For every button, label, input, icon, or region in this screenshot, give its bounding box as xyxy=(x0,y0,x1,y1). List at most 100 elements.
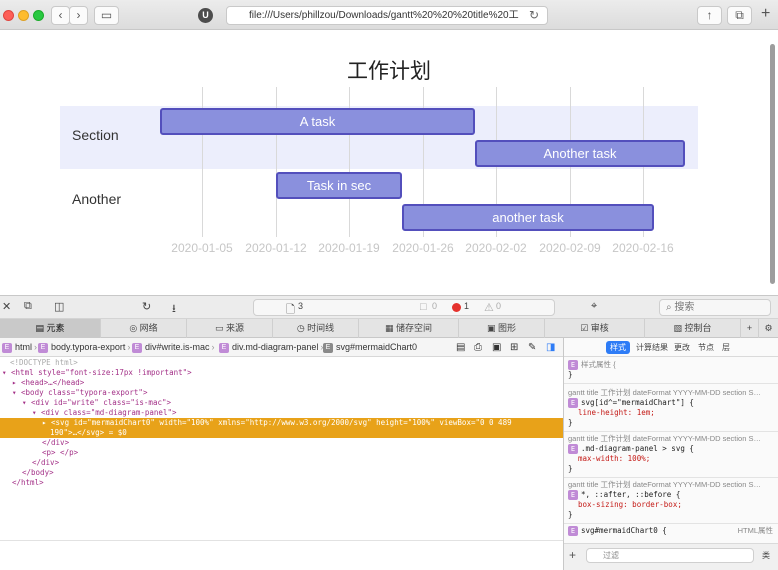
axis-tick-label: 2020-01-12 xyxy=(245,241,307,255)
warnings-count: 0 xyxy=(496,301,502,311)
print-icon[interactable]: ⎙ xyxy=(474,342,482,353)
undock-icon[interactable]: ⧉ xyxy=(24,300,32,313)
devtools-toolbar: ✕ ⧉ ◫ ↻ ⭳ 🗋 3 1 ⚠ 0 □ 0 ⌖ ⌕ 搜索 xyxy=(0,295,778,319)
zoom-window-button[interactable] xyxy=(33,10,44,21)
tab-computed[interactable]: 计算结果 xyxy=(636,342,668,353)
tab-layers[interactable]: 层 xyxy=(722,342,730,353)
breadcrumb-item[interactable]: Ediv#write.is-mac › xyxy=(132,342,217,353)
devtools-search-input[interactable]: ⌕ 搜索 xyxy=(659,299,771,316)
new-tab-button[interactable]: + xyxy=(761,5,770,23)
breadcrumb-item[interactable]: Ehtml › xyxy=(2,342,39,353)
gantt-task-bar[interactable]: A task xyxy=(160,108,475,135)
grid-icon[interactable]: ⊞ xyxy=(510,342,518,353)
minimize-window-button[interactable] xyxy=(18,10,29,21)
devtools-tabs: ▤ 元素 ◎ 网络 ▭ 来源 ◷ 时间线 ▦ 储存空间 ▣ 图形 ☑ 审核 ▧ … xyxy=(0,319,778,338)
close-window-button[interactable] xyxy=(3,10,14,21)
tab-elements[interactable]: ▤ 元素 xyxy=(0,319,100,338)
dom-node-selected[interactable]: ▸ <svg id="mermaidChart0" width="100%" x… xyxy=(0,418,563,428)
back-button[interactable]: ‹ xyxy=(51,6,70,25)
dom-node[interactable]: ▾ <div id="write" class="is-mac"> xyxy=(22,398,171,408)
dom-node[interactable]: ▸ <head>…</head> xyxy=(12,378,84,388)
url-text: file:///Users/phillzou/Downloads/gantt%2… xyxy=(249,10,519,21)
panel-toggle-icon[interactable]: ◨ xyxy=(546,342,555,353)
storage-icon: ▦ xyxy=(384,323,396,333)
tab-changes[interactable]: 更改 xyxy=(674,342,690,353)
extension-icon[interactable]: U xyxy=(198,8,213,23)
forward-button[interactable]: › xyxy=(69,6,88,25)
style-rule[interactable]: E 样式属性 { } xyxy=(564,360,778,384)
style-rule[interactable]: gantt title 工作计划 dateFormat YYYY-MM-DD s… xyxy=(564,480,778,524)
tab-storage[interactable]: ▦ 储存空间 xyxy=(358,319,458,338)
dom-node-selected-continued[interactable]: 190">…</svg> = $0 xyxy=(0,428,563,438)
style-rule[interactable]: gantt title 工作计划 dateFormat YYYY-MM-DD s… xyxy=(564,388,778,432)
chevron-right-icon: › xyxy=(76,8,81,22)
tab-styles[interactable]: 样式 xyxy=(606,341,630,354)
gantt-task-bar[interactable]: Another task xyxy=(475,140,685,167)
axis-tick-label: 2020-01-26 xyxy=(392,241,454,255)
target-icon[interactable]: ⌖ xyxy=(591,300,597,313)
section-label-section: Section xyxy=(72,127,119,143)
dock-side-icon[interactable]: ◫ xyxy=(54,300,64,313)
sidebar-icon: ▭ xyxy=(100,8,113,22)
error-icon xyxy=(452,301,461,313)
close-devtools-icon[interactable]: ✕ xyxy=(2,300,11,313)
dom-node[interactable]: <!DOCTYPE html> xyxy=(10,358,78,368)
show-tabs-button[interactable]: ⧉ xyxy=(727,6,752,25)
add-rule-icon[interactable]: + xyxy=(569,548,576,562)
styles-filter-input[interactable]: 过滤 xyxy=(586,548,754,563)
dom-node[interactable]: ▾ <html style="font-size:17px !important… xyxy=(2,368,192,378)
dom-node[interactable]: </div> xyxy=(32,458,59,468)
address-bar[interactable]: file:///Users/phillzou/Downloads/gantt%2… xyxy=(226,6,548,25)
axis-tick-label: 2020-01-05 xyxy=(171,241,233,255)
page-content: 工作计划 Section Another A task Another task… xyxy=(0,31,770,295)
axis-tick-label: 2020-01-19 xyxy=(318,241,380,255)
sidebar-toggle-button[interactable]: ▭ xyxy=(94,6,119,25)
tab-sources[interactable]: ▭ 来源 xyxy=(186,319,272,338)
layout-icon[interactable]: ▤ xyxy=(456,342,465,353)
download-icon[interactable]: ⭳ xyxy=(172,300,176,319)
breadcrumb-item[interactable]: Esvg#mermaidChart0 xyxy=(323,342,417,353)
graphics-icon: ▣ xyxy=(486,323,498,333)
style-rule[interactable]: Esvg#mermaidChart0 { HTML属性 xyxy=(564,526,778,540)
errors-count: 1 xyxy=(464,301,470,311)
gantt-title: 工作计划 xyxy=(347,60,431,83)
styles-tabs: 样式 计算结果 更改 节点 层 xyxy=(564,338,778,357)
resources-icon: 🗋 xyxy=(286,304,295,316)
class-toggle[interactable]: 类 xyxy=(762,550,770,561)
console-summary[interactable]: 🗋 3 1 ⚠ 0 □ 0 xyxy=(253,299,555,316)
share-button[interactable]: ↑ xyxy=(697,6,722,25)
tab-network[interactable]: ◎ 网络 xyxy=(100,319,186,338)
timeline-icon: ◷ xyxy=(296,323,308,333)
settings-gear-icon[interactable]: ⚙ xyxy=(758,319,778,338)
tab-audit[interactable]: ☑ 审核 xyxy=(544,319,644,338)
tab-timeline[interactable]: ◷ 时间线 xyxy=(272,319,358,338)
audit-icon: ☑ xyxy=(580,323,591,333)
warning-icon: ⚠ xyxy=(484,302,494,314)
resources-count: 3 xyxy=(298,301,304,311)
dom-node[interactable]: <p> </p> xyxy=(42,448,78,458)
logs-count: 0 xyxy=(432,301,438,311)
compositing-icon[interactable]: ▣ xyxy=(492,342,501,353)
page-scrollbar[interactable] xyxy=(770,44,775,284)
dom-node[interactable]: </html> xyxy=(12,478,44,488)
dom-node[interactable]: </div> xyxy=(42,438,69,448)
gantt-task-bar[interactable]: Task in sec xyxy=(276,172,402,199)
console-icon: ▧ xyxy=(673,323,685,333)
reload-page-icon[interactable]: ↻ xyxy=(142,300,151,313)
tab-graphics[interactable]: ▣ 图形 xyxy=(458,319,544,338)
dom-node[interactable]: </body> xyxy=(22,468,54,478)
style-rule[interactable]: gantt title 工作计划 dateFormat YYYY-MM-DD s… xyxy=(564,434,778,478)
log-icon: □ xyxy=(420,301,427,313)
axis-tick-label: 2020-02-16 xyxy=(612,241,674,255)
dom-node[interactable]: ▾ <div class="md-diagram-panel"> xyxy=(32,408,177,418)
dom-node[interactable]: ▾ <body class="typora-export"> xyxy=(12,388,147,398)
edit-icon[interactable]: ✎ xyxy=(528,342,536,353)
reload-icon[interactable]: ↻ xyxy=(529,6,539,25)
breadcrumb-item[interactable]: Ediv.md-diagram-panel › xyxy=(219,342,325,353)
tab-console[interactable]: ▧ 控制台 xyxy=(644,319,740,338)
add-tab-button[interactable]: + xyxy=(740,319,758,338)
breadcrumb-item[interactable]: Ebody.typora-export › xyxy=(38,342,132,353)
gantt-task-bar[interactable]: another task xyxy=(402,204,654,231)
tab-node[interactable]: 节点 xyxy=(698,342,714,353)
axis-tick-label: 2020-02-09 xyxy=(539,241,601,255)
